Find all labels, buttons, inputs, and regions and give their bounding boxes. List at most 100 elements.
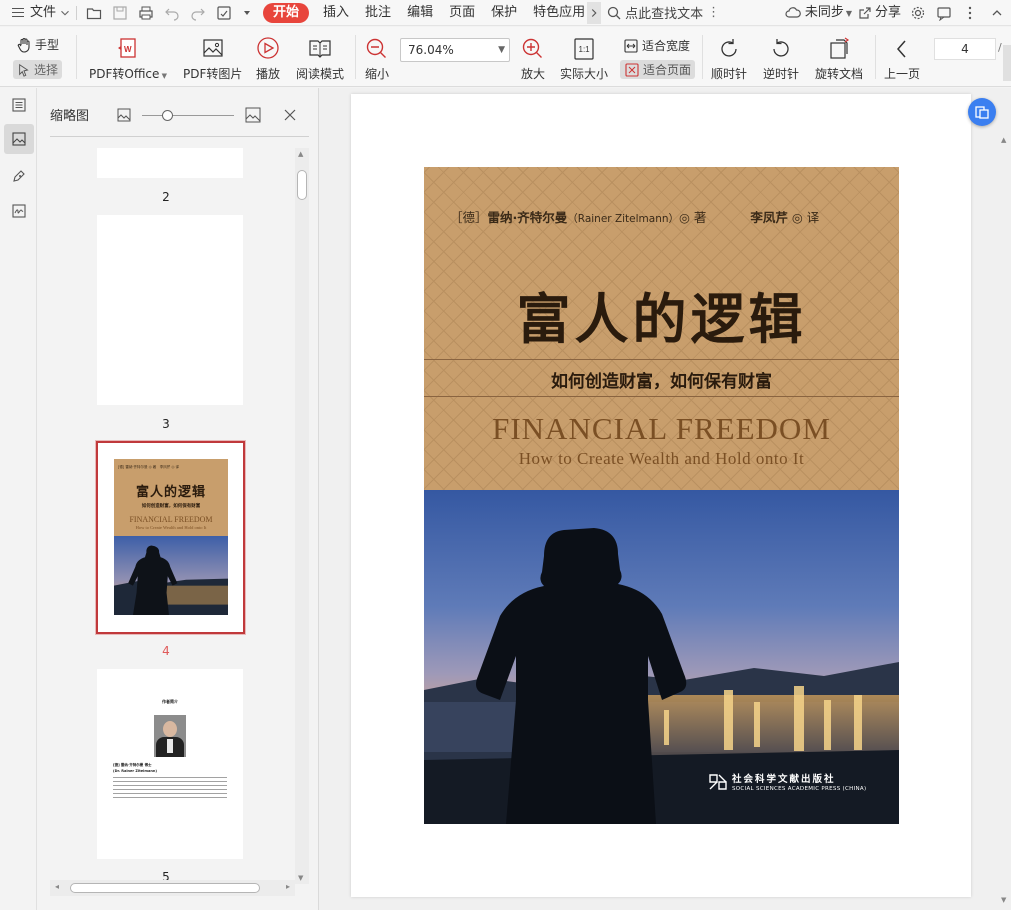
search-box[interactable]: 点此查找文本 ⋮ xyxy=(603,0,720,26)
svg-text:1:1: 1:1 xyxy=(579,45,591,54)
previous-page-button[interactable]: 上一页 xyxy=(884,35,920,82)
tab-edit[interactable]: 编辑 xyxy=(399,0,441,26)
more-chevron-icon[interactable] xyxy=(237,0,257,26)
ribbon-toolbar: 手型 选择 W PDF转Office ▼ PDF转图片 播放 阅读模式 缩小 7… xyxy=(0,27,1011,87)
ribbon-scroll-right[interactable] xyxy=(1003,45,1011,81)
cloud-sync-icon[interactable] xyxy=(783,0,803,26)
fit-page-button[interactable]: 适合页面 xyxy=(620,60,696,79)
select-tool-label: 选择 xyxy=(34,63,59,77)
select-tool-button[interactable]: 选择 xyxy=(13,60,63,79)
pdf-to-office-button[interactable]: W PDF转Office ▼ xyxy=(89,35,167,82)
thumbnail-size-slider-knob[interactable] xyxy=(162,110,173,121)
thumbnail-cover-subtitle: 如何创造财富，如何保有财富 xyxy=(141,504,201,509)
pdf-to-image-button[interactable]: PDF转图片 xyxy=(183,35,242,82)
thumbnail-page-3[interactable] xyxy=(97,215,243,405)
thumbnail-page5-heading: 作者简介 xyxy=(162,699,178,704)
thumbnail-scroll-thumb[interactable] xyxy=(297,170,307,200)
tab-page[interactable]: 页面 xyxy=(441,0,483,26)
tab-features[interactable]: 特色应用 xyxy=(525,0,587,26)
floating-convert-button[interactable] xyxy=(968,98,996,126)
settings-icon[interactable] xyxy=(905,0,931,26)
zoom-in-button[interactable]: 放大 xyxy=(520,35,546,82)
collapse-ribbon-icon[interactable] xyxy=(983,0,1011,26)
thumbnail-page-5[interactable]: 作者简介 [德] 雷纳·齐特尔曼 博士 (Dr. Rainer Zitelman… xyxy=(97,669,243,859)
more-options-icon[interactable] xyxy=(957,0,983,26)
menu-icon[interactable] xyxy=(12,8,24,17)
zoom-level-value: 76.04% xyxy=(408,43,454,57)
outline-panel-button[interactable] xyxy=(4,90,34,120)
author-photo xyxy=(154,715,186,757)
redo-icon[interactable] xyxy=(185,0,211,26)
thumbnail-hscroll-thumb[interactable] xyxy=(70,883,260,893)
zoom-level-select[interactable]: 76.04% ▼ xyxy=(400,38,510,62)
save-icon[interactable] xyxy=(107,0,133,26)
search-more-icon[interactable]: ⋮ xyxy=(707,5,720,20)
fit-width-label: 适合宽度 xyxy=(642,39,691,53)
open-folder-icon[interactable] xyxy=(81,0,107,26)
fit-width-button[interactable]: 适合宽度 xyxy=(623,37,690,54)
thumbnail-size-slider[interactable] xyxy=(142,115,234,116)
close-icon[interactable] xyxy=(284,109,296,121)
tabs-scroll-right-icon[interactable] xyxy=(587,1,602,24)
tab-protect[interactable]: 保护 xyxy=(483,0,525,26)
message-icon[interactable] xyxy=(931,0,957,26)
rotate-ccw-label: 逆时针 xyxy=(763,67,800,81)
rotate-doc-icon xyxy=(826,35,852,63)
doc-scroll-down-arrow[interactable]: ▼ xyxy=(1001,896,1006,904)
publisher-logo: 社会科学文献出版社 SOCIAL SCIENCES ACADEMIC PRESS… xyxy=(708,771,866,792)
small-thumbnail-icon[interactable] xyxy=(117,108,131,122)
zoom-dropdown-icon[interactable]: ▼ xyxy=(498,39,505,61)
share-icon[interactable] xyxy=(856,0,874,26)
actual-size-button[interactable]: 1:1 实际大小 xyxy=(560,35,608,82)
actual-size-label: 实际大小 xyxy=(560,67,609,81)
play-label: 播放 xyxy=(255,67,280,81)
share-button[interactable]: 分享 xyxy=(874,0,905,26)
doc-scroll-up-arrow[interactable]: ▲ xyxy=(1001,136,1006,144)
rotate-document-button[interactable]: 旋转文档 xyxy=(815,35,863,82)
cover-translator-name: 李凤芹 xyxy=(750,210,788,225)
rotate-counterclockwise-button[interactable]: 逆时针 xyxy=(763,35,799,82)
page-number-input[interactable]: 4 xyxy=(934,38,996,60)
export-icon[interactable] xyxy=(211,0,237,26)
hand-tool-button[interactable]: 手型 xyxy=(16,36,59,53)
scroll-down-arrow[interactable]: ▼ xyxy=(298,874,303,882)
scroll-right-arrow[interactable]: ▸ xyxy=(286,882,290,891)
document-view[interactable]: ［德］雷纳·齐特尔曼（Rainer Zitelmann）◎ 著 李凤芹 ◎ 译 … xyxy=(319,88,1011,910)
tab-insert[interactable]: 插入 xyxy=(315,0,357,26)
thumbnail-cover-mini: [德] 雷纳·齐特尔曼 ◎ 著 李凤芹 ◎ 译 富人的逻辑 如何创造财富，如何保… xyxy=(114,459,228,615)
cursor-icon xyxy=(19,63,29,77)
thumbnail-horizontal-scrollbar[interactable]: ◂ ▸ xyxy=(50,880,295,896)
zoom-in-label: 放大 xyxy=(520,67,545,81)
file-menu[interactable]: 文件 xyxy=(30,0,58,26)
thumbnail-panel-button[interactable] xyxy=(4,124,34,154)
document-vertical-scrollbar[interactable]: ▲ ▼ xyxy=(999,88,1011,910)
signature-panel-button[interactable] xyxy=(4,196,34,226)
play-button[interactable]: 播放 xyxy=(255,35,281,82)
thumbnail-page-2[interactable] xyxy=(97,148,243,178)
thumbnail-cover-english: FINANCIAL FREEDOM xyxy=(129,515,213,524)
sync-chevron-icon[interactable]: ▼ xyxy=(846,9,852,18)
annotation-panel-button[interactable] xyxy=(4,161,34,191)
zoom-out-button[interactable]: 缩小 xyxy=(364,35,390,82)
thumbnail-page5-line2: (Dr. Rainer Zitelmann) xyxy=(113,769,157,773)
cover-author-name: 雷纳·齐特尔曼 xyxy=(487,210,568,225)
chevron-down-icon[interactable] xyxy=(58,0,72,26)
hand-tool-label: 手型 xyxy=(35,38,60,52)
scroll-up-arrow[interactable]: ▲ xyxy=(298,150,303,158)
large-thumbnail-icon[interactable] xyxy=(245,107,261,123)
thumbnail-page-4[interactable]: [德] 雷纳·齐特尔曼 ◎ 著 李凤芹 ◎ 译 富人的逻辑 如何创造财富，如何保… xyxy=(96,441,245,634)
cover-english-subtitle: How to Create Wealth and Hold onto It xyxy=(518,449,805,468)
scroll-left-arrow[interactable]: ◂ xyxy=(55,882,59,891)
list-icon xyxy=(12,98,26,112)
sync-status[interactable]: 未同步 xyxy=(803,0,846,26)
rotate-clockwise-button[interactable]: 顺时针 xyxy=(711,35,747,82)
image-icon xyxy=(12,132,26,146)
tab-annotate[interactable]: 批注 xyxy=(357,0,399,26)
tab-start[interactable]: 开始 xyxy=(263,2,310,23)
rotate-cw-label: 顺时针 xyxy=(711,67,748,81)
thumbnail-page5-line1: [德] 雷纳·齐特尔曼 博士 xyxy=(113,763,152,767)
undo-icon[interactable] xyxy=(159,0,185,26)
read-mode-button[interactable]: 阅读模式 xyxy=(296,35,344,82)
thumbnail-vertical-scrollbar[interactable]: ▲ ▼ xyxy=(295,148,309,884)
print-icon[interactable] xyxy=(133,0,159,26)
